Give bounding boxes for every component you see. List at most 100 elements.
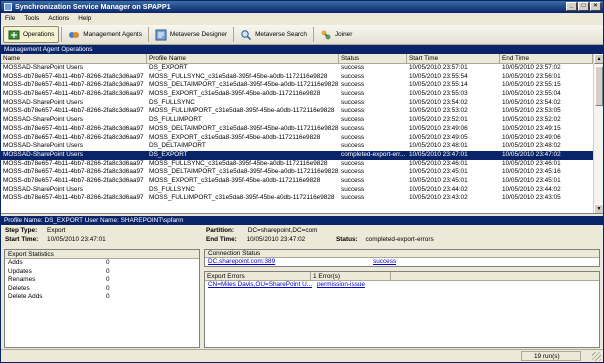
export-statistics-list: Adds 0 Updates 0 Renames 0 Deletes 0 Delete Adds… xyxy=(5,259,199,302)
minimize-button[interactable]: _ xyxy=(566,2,577,11)
table-row[interactable]: MOSS-db78e657-4b11-4bb7-8266-2fa8c3d6aa9… xyxy=(1,125,593,134)
connection-result-link[interactable]: success xyxy=(373,258,396,267)
cell-end-time: 10/05/2010 23:45:01 xyxy=(502,176,561,184)
cell-profile-name: DS_FULLSYNC xyxy=(149,185,195,193)
export-error-dn-link[interactable]: CN=Miles Davis,OU=SharePoint U... xyxy=(208,281,314,290)
operations-icon xyxy=(8,30,20,39)
table-row[interactable]: MOSSAD-SharePoint Users DS_EXPORT success 1… xyxy=(1,64,593,73)
export-errors-count: 1 Error(s) xyxy=(311,272,391,280)
cell-profile-name: MOSS_FULLIMPORT_c31e5da8-395f-45be-a0db-… xyxy=(149,194,335,202)
cell-start-time: 10/05/2010 23:52:01 xyxy=(409,116,468,124)
cell-profile-name: MOSS_FULLSYNC_c31e5da8-395f-45be-a0db-11… xyxy=(149,72,328,80)
table-row[interactable]: MOSSAD-SharePoint Users DS_FULLSYNC succes… xyxy=(1,186,593,195)
title-bar: Synchronization Service Manager on SPAPP… xyxy=(1,1,603,13)
cell-status: success xyxy=(341,168,365,176)
management-agents-button[interactable]: Management Agents xyxy=(64,26,146,43)
connection-server-link[interactable]: DC.sharepoint.com:389 xyxy=(208,258,373,267)
table-row[interactable]: MOSS-db78e657-4b11-4bb7-8266-2fa8c3d6aa9… xyxy=(1,160,593,169)
toolbar-separator xyxy=(61,27,63,42)
cell-profile-name: MOSS_EXPORT_c31e5da8-395f-45be-a0db-1172… xyxy=(149,176,321,184)
table-row[interactable]: MOSSAD-SharePoint Users DS_FULLSYNC succes… xyxy=(1,99,593,108)
list-item: Delete Adds 0 xyxy=(5,293,199,302)
cell-name: MOSS-db78e657-4b11-4bb7-8266-2fa8c3d6aa9… xyxy=(3,90,144,98)
cell-end-time: 10/05/2010 23:44:02 xyxy=(502,185,561,193)
statistic-value: 0 xyxy=(106,267,110,275)
column-header-start-time[interactable]: Start Time xyxy=(407,54,500,63)
table-row[interactable]: MOSSAD-SharePoint Users DS_DELTAIMPORT suc… xyxy=(1,142,593,151)
maximize-button[interactable]: □ xyxy=(578,2,589,11)
profile-header: Profile Name: DS_EXPORT User Name: SHARE… xyxy=(1,216,603,225)
scroll-down-icon[interactable]: ▼ xyxy=(594,204,603,213)
table-row[interactable]: MOSS-db78e657-4b11-4bb7-8266-2fa8c3d6aa9… xyxy=(1,177,593,186)
cell-status: success xyxy=(341,98,365,106)
main-window: Synchronization Service Manager on SPAPP… xyxy=(0,0,604,363)
cell-end-time: 10/05/2010 23:55:15 xyxy=(502,81,561,89)
end-time-row: End Time: 10/05/2010 23:47:02 xyxy=(206,236,305,243)
cell-start-time: 10/05/2010 23:49:06 xyxy=(409,124,468,132)
table-row[interactable]: MOSS-db78e657-4b11-4bb7-8266-2fa8c3d6aa9… xyxy=(1,134,593,143)
metaverse-designer-button[interactable]: Metaverse Designer xyxy=(151,26,231,43)
joiner-button[interactable]: Joiner xyxy=(316,26,356,43)
operations-grid: Name Profile Name Status Start Time End … xyxy=(1,54,603,214)
cell-status: success xyxy=(341,90,365,98)
window-title: Synchronization Service Manager on SPAPP… xyxy=(15,2,171,11)
table-row[interactable]: MOSS-db78e657-4b11-4bb7-8266-2fa8c3d6aa9… xyxy=(1,81,593,90)
cell-profile-name: MOSS_FULLIMPORT_c31e5da8-395f-45be-a0db-… xyxy=(149,107,335,115)
cell-name: MOSS-db78e657-4b11-4bb7-8266-2fa8c3d6aa9… xyxy=(3,194,144,202)
statistic-label: Delete Adds xyxy=(8,293,43,300)
resize-grip-icon[interactable] xyxy=(592,352,601,361)
table-row[interactable]: MOSS-db78e657-4b11-4bb7-8266-2fa8c3d6aa9… xyxy=(1,107,593,116)
cell-status: success xyxy=(341,107,365,115)
table-row[interactable]: MOSS-db78e657-4b11-4bb7-8266-2fa8c3d6aa9… xyxy=(1,90,593,99)
menu-tools[interactable]: Tools xyxy=(24,15,39,22)
cell-profile-name: MOSS_DELTAIMPORT_c31e5da8-395f-45be-a0db… xyxy=(149,124,339,132)
menu-actions[interactable]: Actions xyxy=(48,15,69,22)
step-type-label: Step Type: xyxy=(5,227,38,234)
export-errors-title: Export Errors xyxy=(205,272,311,280)
cell-name: MOSSAD-SharePoint Users xyxy=(3,150,83,158)
scroll-thumb[interactable] xyxy=(595,66,603,106)
list-item: Deletes 0 xyxy=(5,285,199,294)
cell-end-time: 10/05/2010 23:56:01 xyxy=(502,72,561,80)
column-header-profile-name[interactable]: Profile Name xyxy=(147,54,339,63)
cell-profile-name: MOSS_DELTAIMPORT_c31e5da8-395f-45be-a0db… xyxy=(149,168,339,176)
start-time-label: Start Time: xyxy=(5,236,39,243)
cell-status: success xyxy=(341,194,365,202)
export-statistics-panel: Export Statistics Adds 0 Updates 0 Renames 0 D… xyxy=(4,249,200,348)
grid-header: Name Profile Name Status Start Time End … xyxy=(1,54,593,64)
column-header-status[interactable]: Status xyxy=(339,54,407,63)
cell-profile-name: DS_EXPORT xyxy=(149,64,188,71)
table-row[interactable]: MOSSAD-SharePoint Users DS_FULLIMPORT succ… xyxy=(1,116,593,125)
cell-end-time: 10/05/2010 23:43:05 xyxy=(502,194,561,202)
metaverse-search-button[interactable]: Metaverse Search xyxy=(236,26,311,43)
metaverse-search-label: Metaverse Search xyxy=(255,31,307,38)
export-error-type-link[interactable]: permission-issue xyxy=(317,281,365,290)
cell-start-time: 10/05/2010 23:43:02 xyxy=(409,194,468,202)
cell-name: MOSS-db78e657-4b11-4bb7-8266-2fa8c3d6aa9… xyxy=(3,124,144,132)
menu-help[interactable]: Help xyxy=(78,15,91,22)
grid-vertical-scrollbar[interactable]: ▲ ▼ xyxy=(593,54,603,213)
scroll-up-icon[interactable]: ▲ xyxy=(594,54,603,64)
start-time-value: 10/05/2010 23:47:01 xyxy=(47,236,106,243)
cell-profile-name: DS_FULLIMPORT xyxy=(149,116,202,124)
list-item: Renames 0 xyxy=(5,276,199,285)
connection-status-header: Connection Status xyxy=(205,250,599,258)
cell-name: MOSS-db78e657-4b11-4bb7-8266-2fa8c3d6aa9… xyxy=(3,133,144,141)
cell-profile-name: DS_EXPORT xyxy=(149,150,188,158)
menu-file[interactable]: File xyxy=(5,15,15,22)
cell-start-time: 10/05/2010 23:53:02 xyxy=(409,107,468,115)
column-header-name[interactable]: Name xyxy=(1,54,147,63)
table-row[interactable]: MOSS-db78e657-4b11-4bb7-8266-2fa8c3d6aa9… xyxy=(1,194,593,203)
operations-button[interactable]: Operations xyxy=(3,26,60,43)
cell-status: success xyxy=(341,64,365,71)
close-button[interactable]: × xyxy=(590,2,601,11)
table-row[interactable]: MOSSAD-SharePoint Users DS_EXPORT complete… xyxy=(1,150,593,160)
cell-status: success xyxy=(341,176,365,184)
metaverse-designer-label: Metaverse Designer xyxy=(169,31,228,38)
table-row[interactable]: MOSS-db78e657-4b11-4bb7-8266-2fa8c3d6aa9… xyxy=(1,168,593,177)
column-header-end-time[interactable]: End Time xyxy=(500,54,593,63)
connection-status-row: DC.sharepoint.com:389 success xyxy=(205,258,599,267)
cell-status: success xyxy=(341,159,365,167)
table-row[interactable]: MOSS-db78e657-4b11-4bb7-8266-2fa8c3d6aa9… xyxy=(1,73,593,82)
cell-start-time: 10/05/2010 23:47:01 xyxy=(409,150,468,158)
